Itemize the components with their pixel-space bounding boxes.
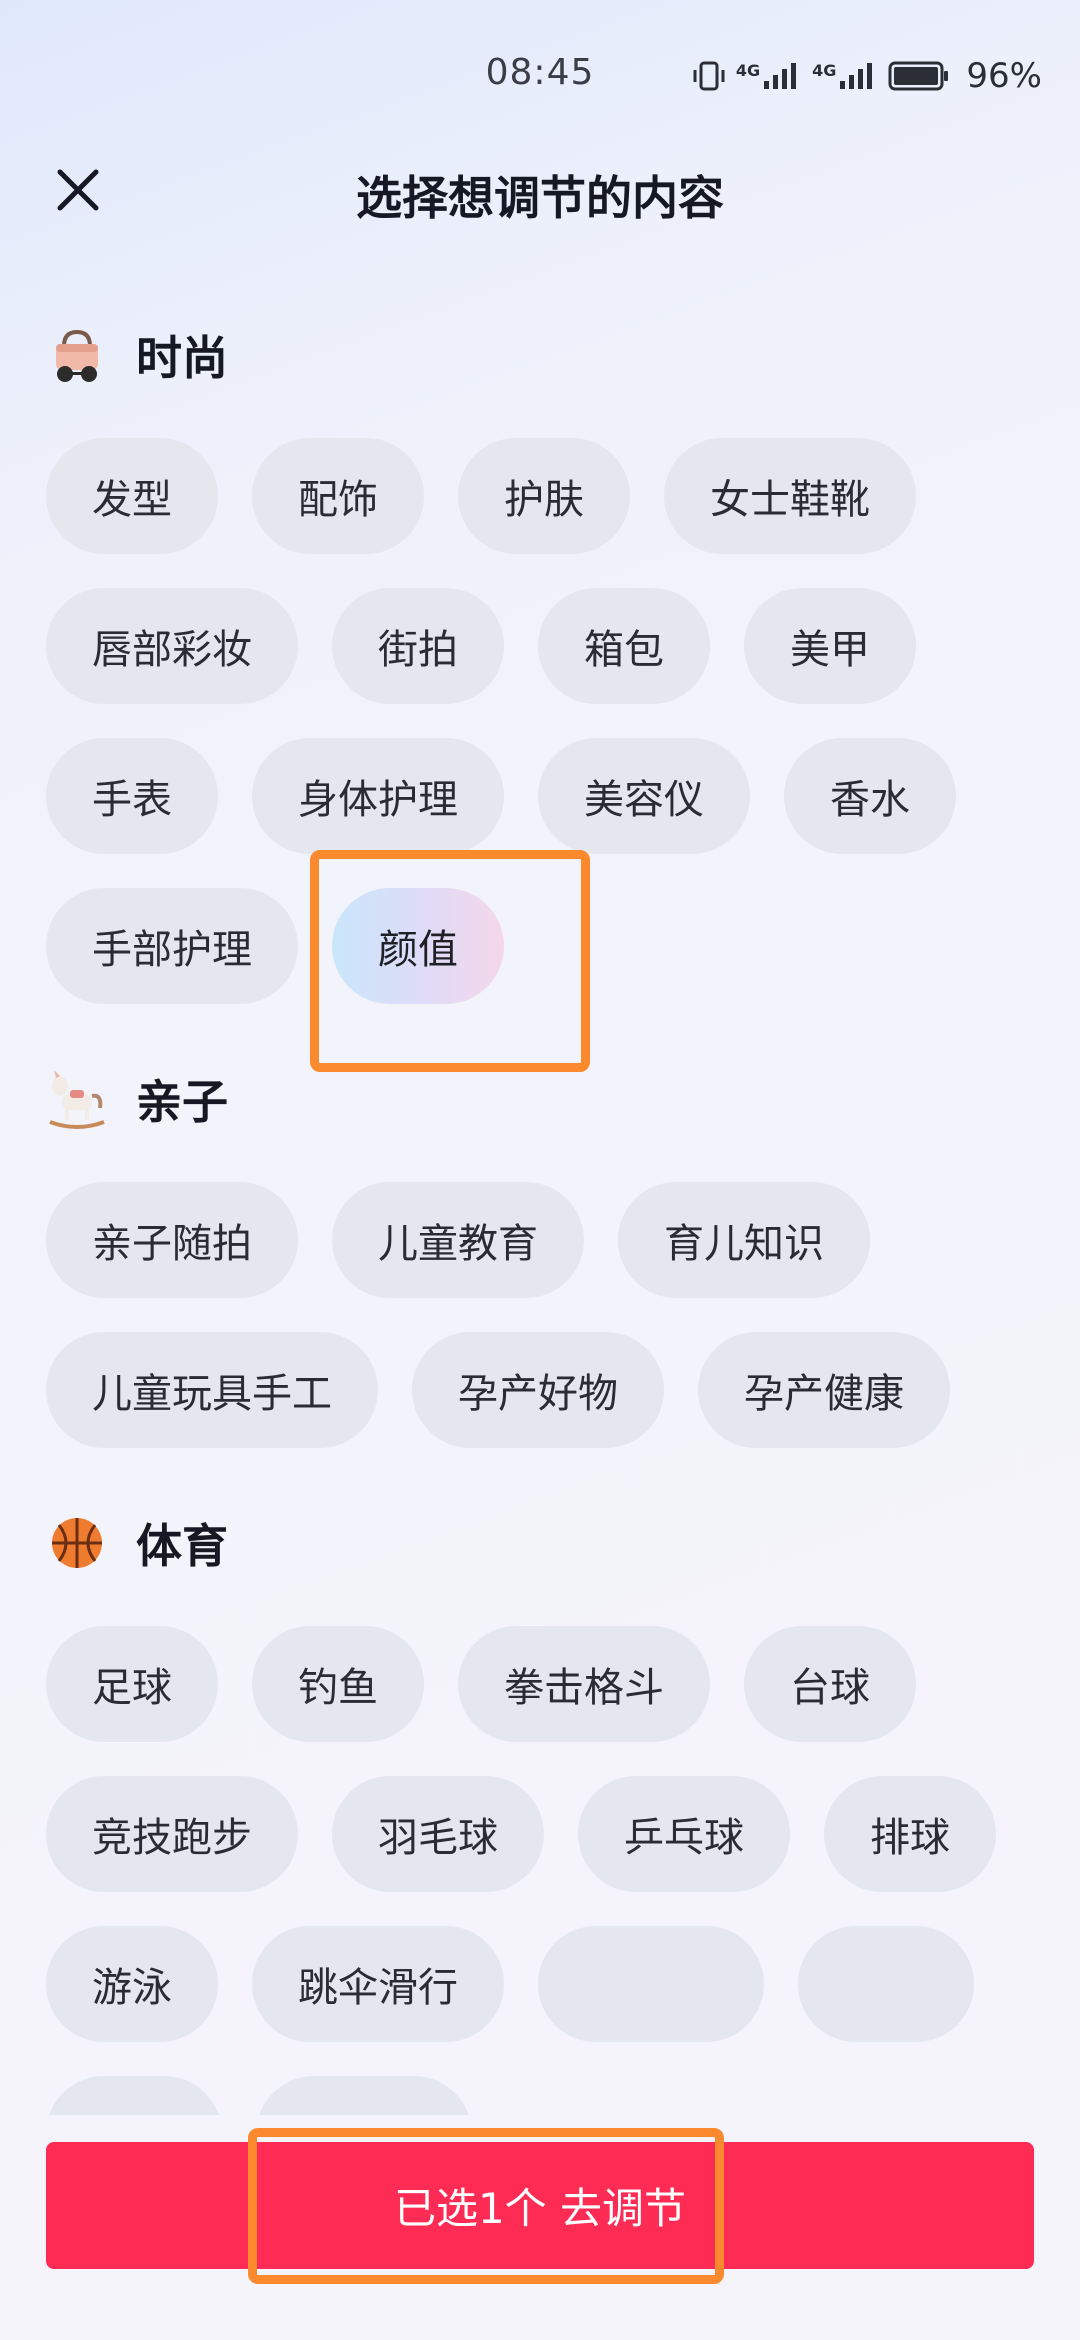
signal-2-icon: 4G: [812, 61, 878, 91]
tag-chip[interactable]: 跳伞滑行: [252, 1926, 504, 2042]
tag-chip[interactable]: 手部护理: [46, 888, 298, 1004]
status-bar: 08:45 4G 4G 96%: [0, 0, 1080, 150]
category-title: 亲子: [136, 1075, 228, 1129]
tag-chip[interactable]: 排球: [824, 1776, 996, 1892]
tag-group: 足球 钓鱼 拳击格斗 台球 竞技跑步 羽毛球 乒乓球 排球 游泳 跳伞滑行: [46, 1626, 1046, 2115]
tag-chip[interactable]: 亲子随拍: [46, 1182, 298, 1298]
tag-chip[interactable]: 护肤: [458, 438, 630, 554]
tag-chip[interactable]: 配饰: [252, 438, 424, 554]
tag-chip[interactable]: 竞技跑步: [46, 1776, 298, 1892]
vibrate-icon: [693, 61, 725, 91]
tag-chip[interactable]: 钓鱼: [252, 1626, 424, 1742]
tag-chip[interactable]: 乒乓球: [578, 1776, 790, 1892]
handbag-sunglasses-icon: [46, 324, 108, 386]
tag-chip-partial[interactable]: [256, 2076, 472, 2115]
rocking-horse-icon: [46, 1068, 108, 1130]
tag-chip-partial[interactable]: [798, 1926, 974, 2042]
tag-chip-partial[interactable]: [46, 2076, 222, 2115]
tag-chip[interactable]: 唇部彩妆: [46, 588, 298, 704]
basketball-icon: [46, 1512, 108, 1574]
tag-chip[interactable]: 香水: [784, 738, 956, 854]
tag-group: 发型 配饰 护肤 女士鞋靴 唇部彩妆 街拍 箱包 美甲 手表 身体护理 美容仪 …: [46, 438, 1046, 1004]
category-header: 亲子: [46, 1044, 1080, 1154]
tag-chip[interactable]: 足球: [46, 1626, 218, 1742]
battery-percent: 96%: [966, 56, 1042, 96]
signal-1-icon: 4G: [736, 61, 802, 91]
page-title: 选择想调节的内容: [356, 171, 724, 225]
tag-chip[interactable]: 台球: [744, 1626, 916, 1742]
tag-chip[interactable]: 游泳: [46, 1926, 218, 2042]
tag-chip[interactable]: 拳击格斗: [458, 1626, 710, 1742]
tag-chip[interactable]: 街拍: [332, 588, 504, 704]
tag-chip[interactable]: 美甲: [744, 588, 916, 704]
battery-icon: [888, 61, 949, 91]
tag-chip[interactable]: 手表: [46, 738, 218, 854]
network-2-label: 4G: [812, 61, 837, 80]
tag-chip-selected[interactable]: 颜值: [332, 888, 504, 1004]
category-title: 体育: [136, 1519, 228, 1573]
category-header: 时尚: [46, 300, 1080, 410]
tag-chip[interactable]: 女士鞋靴: [664, 438, 916, 554]
header: 选择想调节的内容: [0, 150, 1080, 230]
confirm-adjust-button[interactable]: 已选1个 去调节: [46, 2142, 1034, 2269]
category-title: 时尚: [136, 331, 228, 385]
tag-chip[interactable]: 孕产好物: [412, 1332, 664, 1448]
tag-chip[interactable]: 羽毛球: [332, 1776, 544, 1892]
tag-chip[interactable]: 发型: [46, 438, 218, 554]
bottom-bar: 已选1个 去调节: [0, 2115, 1080, 2340]
tag-chip[interactable]: 儿童玩具手工: [46, 1332, 378, 1448]
tag-group: 亲子随拍 儿童教育 育儿知识 儿童玩具手工 孕产好物 孕产健康: [46, 1182, 1046, 1448]
category-list[interactable]: 时尚 发型 配饰 护肤 女士鞋靴 唇部彩妆 街拍 箱包 美甲 手表 身体护理 美…: [0, 300, 1080, 2115]
network-1-label: 4G: [735, 61, 761, 80]
tag-chip[interactable]: 儿童教育: [332, 1182, 584, 1298]
tag-chip[interactable]: 育儿知识: [618, 1182, 870, 1298]
tag-chip[interactable]: 身体护理: [252, 738, 504, 854]
category-fashion: 时尚 发型 配饰 护肤 女士鞋靴 唇部彩妆 街拍 箱包 美甲 手表 身体护理 美…: [0, 300, 1080, 1004]
category-sports: 体育 足球 钓鱼 拳击格斗 台球 竞技跑步 羽毛球 乒乓球 排球 游泳 跳伞滑行: [0, 1488, 1080, 2115]
status-icons: 4G 4G 96%: [692, 56, 1042, 96]
tag-chip[interactable]: 孕产健康: [698, 1332, 950, 1448]
category-header: 体育: [46, 1488, 1080, 1598]
tag-chip-partial[interactable]: [538, 1926, 764, 2042]
category-parenting: 亲子 亲子随拍 儿童教育 育儿知识 儿童玩具手工 孕产好物 孕产健康: [0, 1044, 1080, 1448]
tag-chip[interactable]: 箱包: [538, 588, 710, 704]
tag-chip[interactable]: 美容仪: [538, 738, 750, 854]
